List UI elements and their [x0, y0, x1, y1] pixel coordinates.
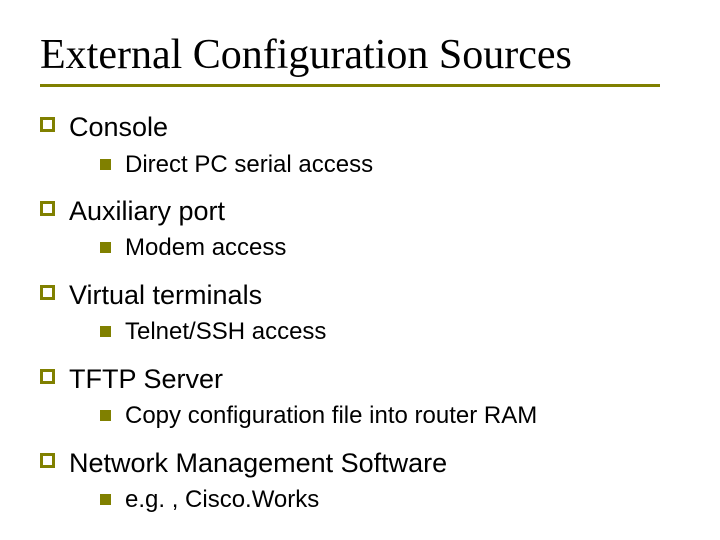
sub-list-item: Copy configuration file into router RAM — [100, 400, 680, 432]
list-item: Auxiliary port — [40, 193, 680, 229]
title-underline — [40, 84, 660, 87]
list-item: TFTP Server — [40, 361, 680, 397]
solid-square-icon — [100, 410, 111, 421]
slide: External Configuration Sources Console D… — [0, 0, 720, 540]
hollow-square-icon — [40, 453, 55, 468]
sub-list-item: Modem access — [100, 232, 680, 264]
hollow-square-icon — [40, 369, 55, 384]
solid-square-icon — [100, 326, 111, 337]
hollow-square-icon — [40, 201, 55, 216]
list-item-label: Network Management Software — [69, 445, 447, 481]
hollow-square-icon — [40, 117, 55, 132]
list-item: Network Management Software — [40, 445, 680, 481]
sub-list-item-label: e.g. , Cisco.Works — [125, 484, 319, 516]
list-item-label: Console — [69, 109, 168, 145]
list-item-label: Virtual terminals — [69, 277, 262, 313]
bullet-list: Console Direct PC serial access Auxiliar… — [40, 109, 680, 516]
solid-square-icon — [100, 159, 111, 170]
solid-square-icon — [100, 494, 111, 505]
slide-title: External Configuration Sources — [40, 32, 680, 78]
sub-list-item-label: Direct PC serial access — [125, 149, 373, 181]
solid-square-icon — [100, 242, 111, 253]
sub-list-item-label: Modem access — [125, 232, 286, 264]
list-item-label: TFTP Server — [69, 361, 223, 397]
sub-list-item: Direct PC serial access — [100, 149, 680, 181]
sub-list-item-label: Copy configuration file into router RAM — [125, 400, 537, 432]
sub-list-item: e.g. , Cisco.Works — [100, 484, 680, 516]
list-item-label: Auxiliary port — [69, 193, 225, 229]
list-item: Virtual terminals — [40, 277, 680, 313]
sub-list-item-label: Telnet/SSH access — [125, 316, 326, 348]
hollow-square-icon — [40, 285, 55, 300]
sub-list-item: Telnet/SSH access — [100, 316, 680, 348]
list-item: Console — [40, 109, 680, 145]
